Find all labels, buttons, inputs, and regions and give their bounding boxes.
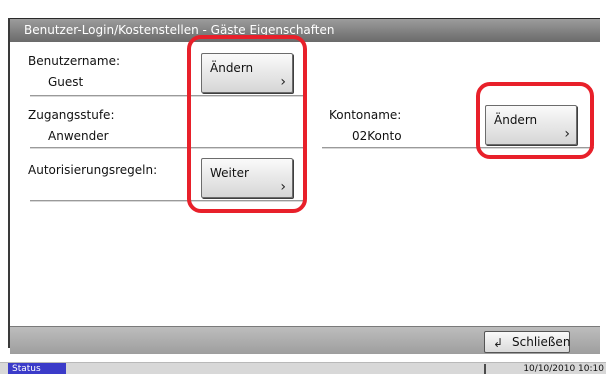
account-name-label: Kontoname: [329,108,402,122]
separator [30,200,306,202]
status-datetime: 10/10/2010 10:10 [523,364,604,374]
properties-screen: Benutzer-Login/Kostenstellen - Gäste Eig… [0,0,606,374]
chevron-right-icon: › [280,179,286,195]
next-auth-rules-button[interactable]: Weiter › [201,158,293,198]
enter-return-icon: ↲ [493,336,504,350]
bottom-bar: ↲ Schließen [10,326,600,354]
change-account-name-button[interactable]: Ändern › [485,105,577,145]
account-name-value: 02Konto [352,129,402,143]
status-bar: Status 10/10/2010 10:10 [0,362,606,374]
change-username-button-label: Ändern [210,61,254,75]
username-value: Guest [48,75,84,89]
username-label: Benutzername: [28,54,121,68]
chevron-right-icon: › [280,74,286,90]
auth-rules-label: Autorisierungsregeln: [28,163,158,177]
close-button-label: Schließen [512,335,571,349]
separator [322,147,594,149]
content-panel: Benutzername: Guest Ändern › Zugangsstuf… [10,35,600,326]
separator [30,147,306,149]
separator [30,95,306,97]
screen-title: Benutzer-Login/Kostenstellen - Gäste Eig… [10,18,600,42]
chevron-right-icon: › [564,126,570,142]
close-button[interactable]: ↲ Schließen [484,331,570,353]
next-auth-rules-button-label: Weiter [210,166,249,180]
change-account-name-button-label: Ändern [494,113,538,127]
access-level-value: Anwender [48,129,109,143]
change-username-button[interactable]: Ändern › [201,53,293,93]
access-level-label: Zugangsstufe: [28,108,115,122]
status-indicator [484,364,486,374]
status-button[interactable]: Status [8,363,66,374]
